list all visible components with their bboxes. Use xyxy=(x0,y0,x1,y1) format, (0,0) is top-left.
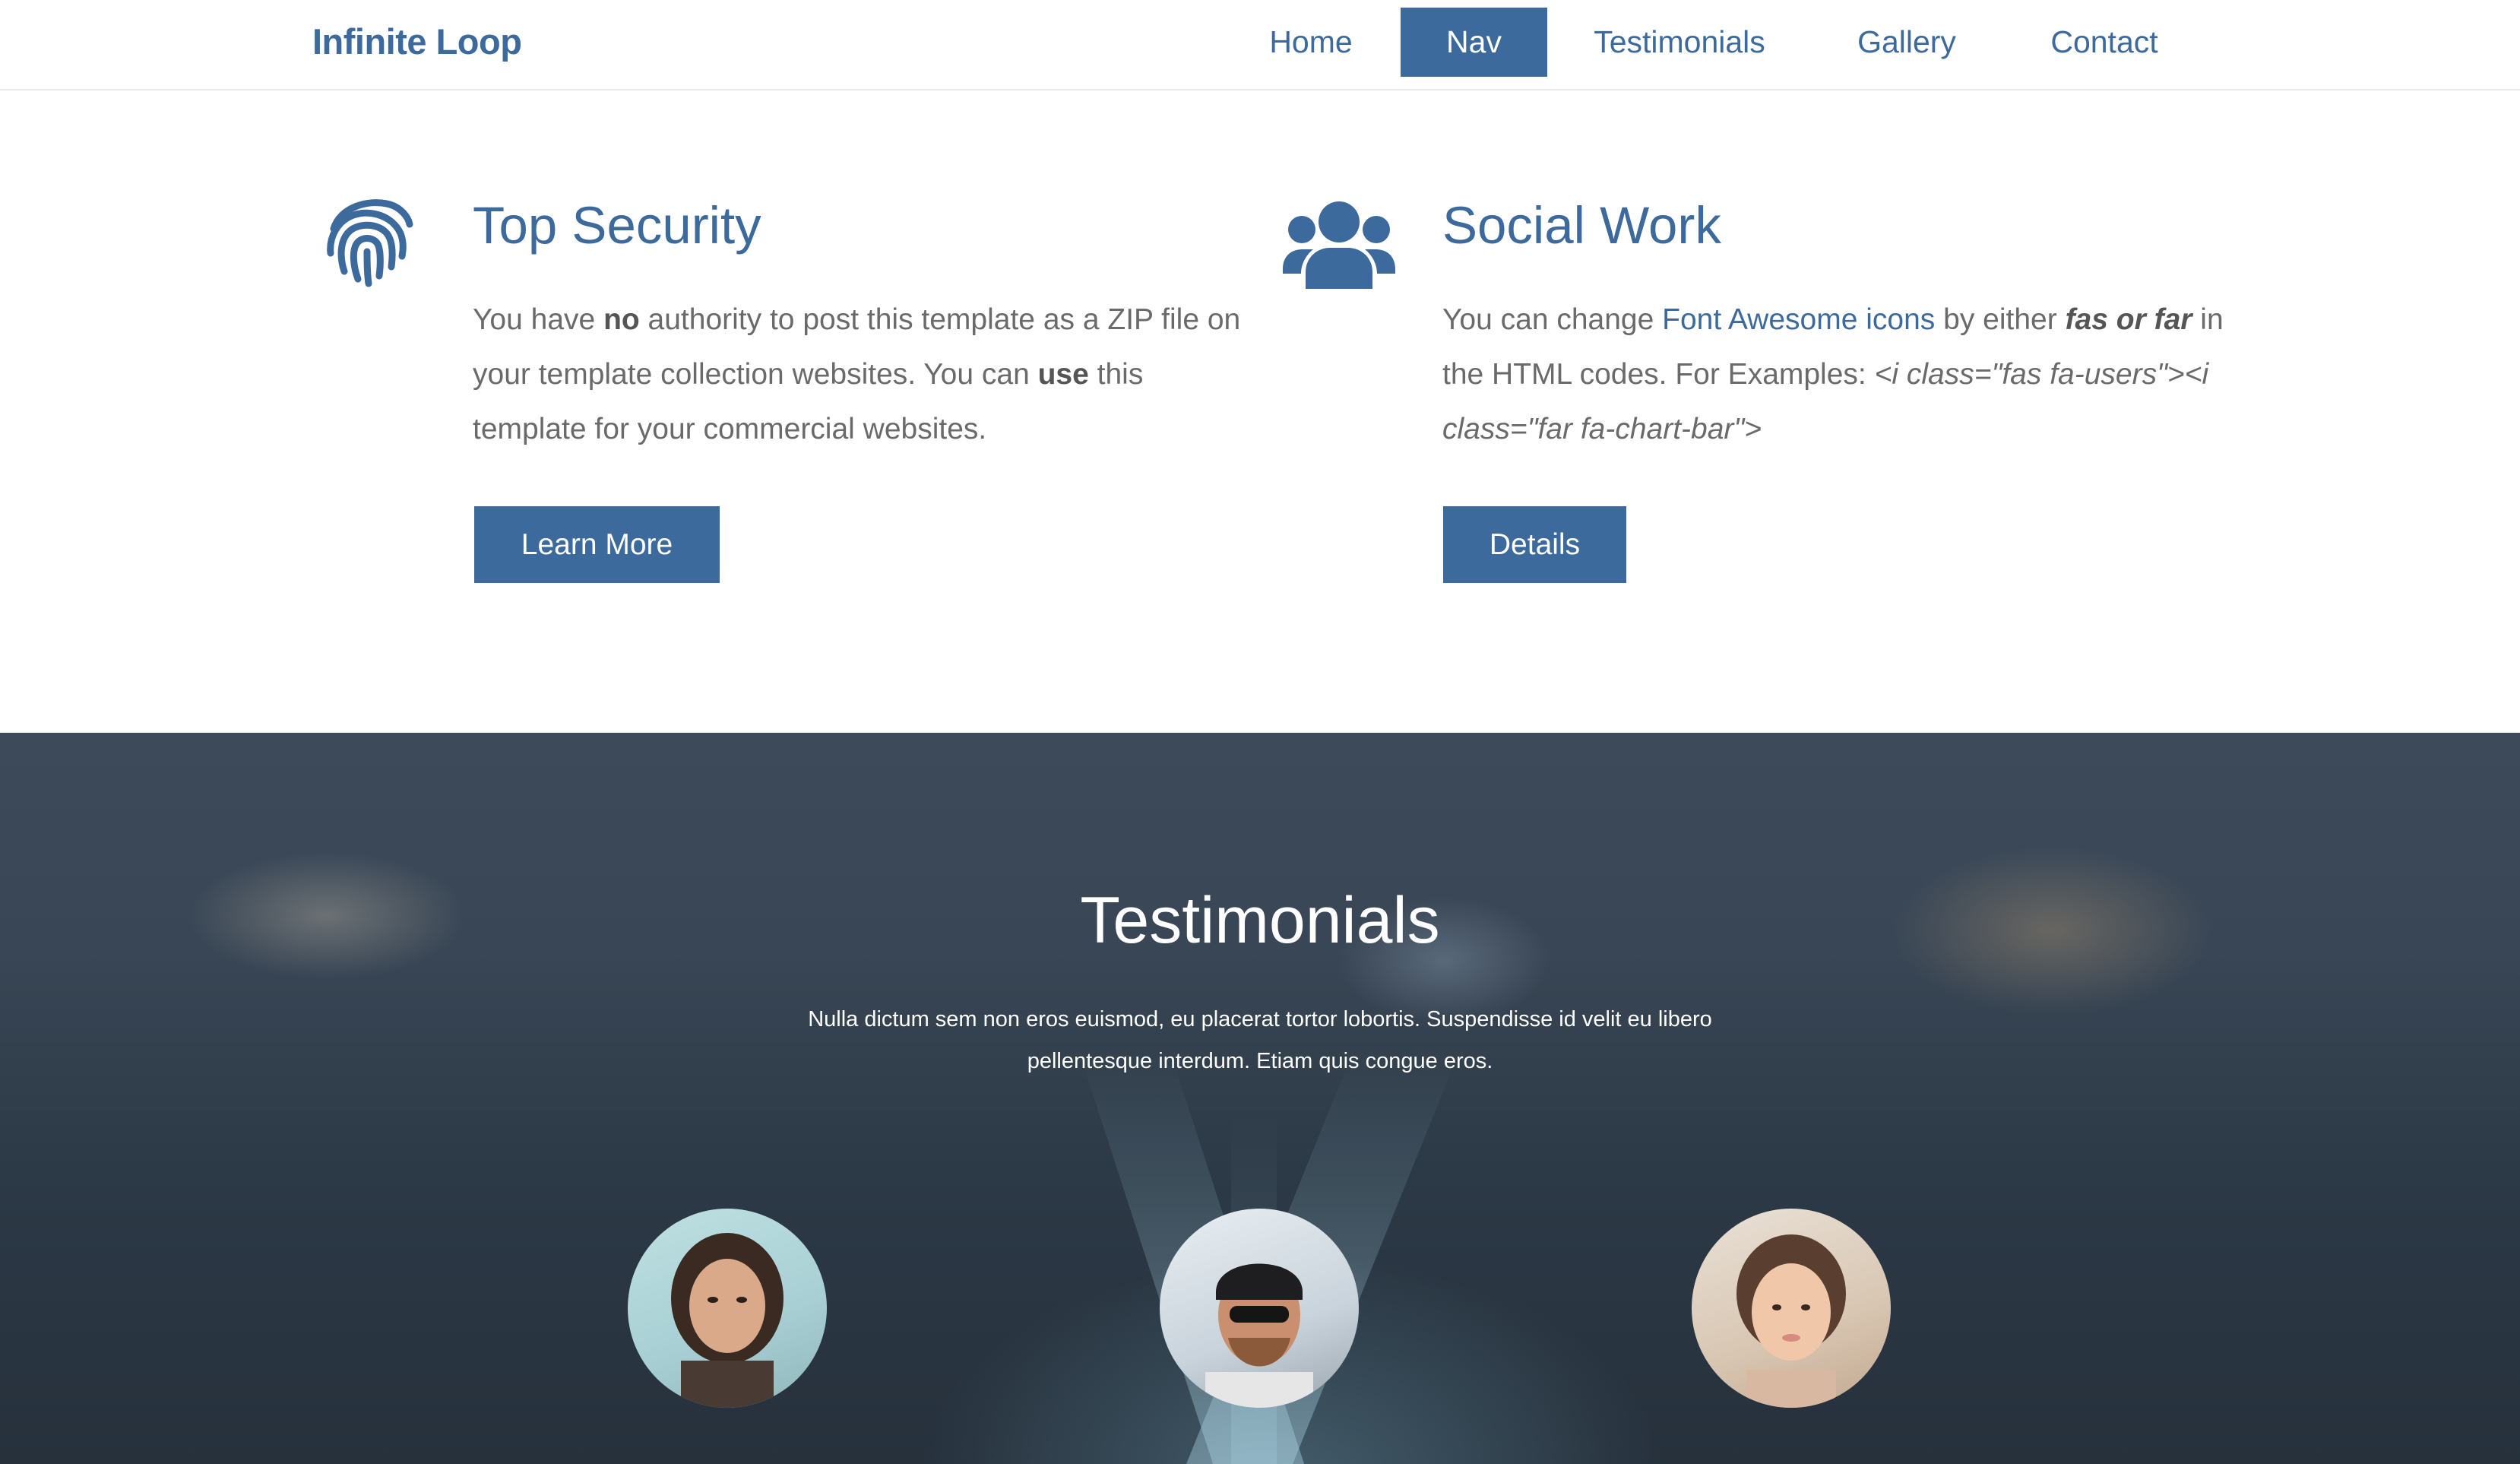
font-awesome-link[interactable]: Font Awesome icons xyxy=(1662,303,1935,336)
testimonial-avatar-1 xyxy=(628,1209,827,1408)
testimonials-section: Testimonials Nulla dictum sem non eros e… xyxy=(0,733,2520,1464)
nav-home[interactable]: Home xyxy=(1248,8,1374,77)
navbar: Infinite Loop Home Nav Testimonials Gall… xyxy=(0,0,2520,90)
learn-more-button[interactable]: Learn More xyxy=(474,506,720,583)
testimonials-text: Nulla dictum sem non eros euismod, eu pl… xyxy=(808,1007,1712,1073)
testimonial-avatar-2 xyxy=(1160,1209,1359,1408)
feature-title-security: Top Security xyxy=(473,196,761,255)
fingerprint-icon xyxy=(327,199,413,287)
details-button[interactable]: Details xyxy=(1443,506,1626,583)
users-icon xyxy=(1283,201,1395,289)
feature-title-social: Social Work xyxy=(1442,196,1721,255)
feature-text-security: You have no authority to post this templ… xyxy=(473,303,1241,445)
testimonial-avatar-3 xyxy=(1692,1209,1891,1408)
nav-gallery[interactable]: Gallery xyxy=(1841,8,1972,77)
nav-contact[interactable]: Contact xyxy=(2031,8,2178,77)
brand-logo[interactable]: Infinite Loop xyxy=(312,17,522,67)
nav-nav[interactable]: Nav xyxy=(1401,8,1547,77)
nav-testimonials[interactable]: Testimonials xyxy=(1572,8,1787,77)
feature-text-social: You can change Font Awesome icons by eit… xyxy=(1442,303,2224,445)
testimonials-title: Testimonials xyxy=(1080,884,1440,957)
